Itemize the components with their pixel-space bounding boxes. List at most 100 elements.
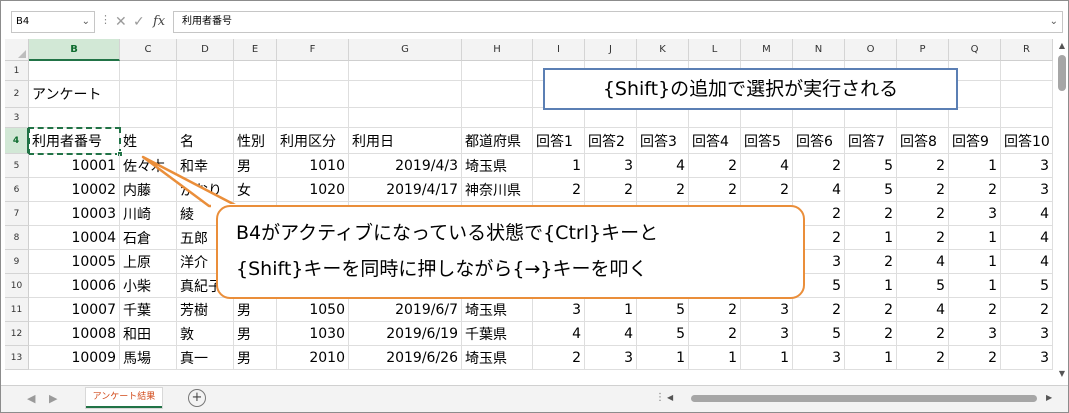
cell-e12[interactable]: 男 [234, 322, 277, 346]
cell-o10[interactable]: 1 [845, 274, 897, 298]
cell-h13[interactable]: 埼玉県 [462, 346, 533, 370]
cell-d2[interactable] [177, 81, 234, 108]
cell-e1[interactable] [234, 61, 277, 81]
cell-q12[interactable]: 3 [949, 322, 1001, 346]
name-box[interactable]: B4 ⌄ [11, 11, 95, 33]
cell-r7[interactable]: 4 [1001, 202, 1053, 226]
cell-k5[interactable]: 4 [637, 154, 689, 178]
formula-input[interactable]: 利用者番号 ⌄ [173, 11, 1063, 33]
cell-g1[interactable] [349, 61, 462, 81]
cell-l4[interactable]: 回答4 [689, 128, 741, 154]
cell-d12[interactable]: 敦 [177, 322, 234, 346]
column-header-g[interactable]: G [349, 39, 462, 61]
cell-k13[interactable]: 1 [637, 346, 689, 370]
column-header-o[interactable]: O [845, 39, 897, 61]
cell-r5[interactable]: 3 [1001, 154, 1053, 178]
row-header-8[interactable]: 8 [5, 226, 29, 250]
cell-j11[interactable]: 1 [585, 298, 637, 322]
cell-h12[interactable]: 千葉県 [462, 322, 533, 346]
cell-l6[interactable]: 2 [689, 178, 741, 202]
column-header-p[interactable]: P [897, 39, 949, 61]
cell-b8[interactable]: 10004 [29, 226, 120, 250]
cell-g5[interactable]: 2019/4/3 [349, 154, 462, 178]
fx-icon[interactable]: fx [153, 11, 165, 33]
cell-k4[interactable]: 回答3 [637, 128, 689, 154]
cell-d1[interactable] [177, 61, 234, 81]
row-header-12[interactable]: 12 [5, 322, 29, 346]
cell-g4[interactable]: 利用日 [349, 128, 462, 154]
cell-g6[interactable]: 2019/4/17 [349, 178, 462, 202]
cell-r4[interactable]: 回答10 [1001, 128, 1053, 154]
column-header-l[interactable]: L [689, 39, 741, 61]
cell-f6[interactable]: 1020 [277, 178, 349, 202]
cell-j3[interactable] [585, 108, 637, 128]
cell-d11[interactable]: 芳樹 [177, 298, 234, 322]
cell-j12[interactable]: 4 [585, 322, 637, 346]
sheet-tab-survey-results[interactable]: アンケート結果 [86, 388, 162, 408]
row-header-2[interactable]: 2 [5, 81, 29, 108]
column-header-r[interactable]: R [1001, 39, 1053, 61]
cell-r2[interactable] [1001, 81, 1053, 108]
cell-h4[interactable]: 都道府県 [462, 128, 533, 154]
cell-c6[interactable]: 内藤 [120, 178, 177, 202]
cell-f4[interactable]: 利用区分 [277, 128, 349, 154]
column-header-q[interactable]: Q [949, 39, 1001, 61]
cell-l3[interactable] [689, 108, 741, 128]
cell-q10[interactable]: 1 [949, 274, 1001, 298]
column-header-h[interactable]: H [462, 39, 533, 61]
cell-g11[interactable]: 2019/6/7 [349, 298, 462, 322]
column-header-b[interactable]: B [29, 39, 120, 61]
cell-o12[interactable]: 2 [845, 322, 897, 346]
cell-b4[interactable]: 利用者番号 [29, 128, 120, 154]
cell-m11[interactable]: 3 [741, 298, 793, 322]
cell-l12[interactable]: 2 [689, 322, 741, 346]
cell-b1[interactable] [29, 61, 120, 81]
horizontal-scroll-thumb[interactable] [691, 395, 1037, 402]
cell-o3[interactable] [845, 108, 897, 128]
cell-r6[interactable]: 3 [1001, 178, 1053, 202]
cell-g3[interactable] [349, 108, 462, 128]
cell-f11[interactable]: 1050 [277, 298, 349, 322]
cell-m4[interactable]: 回答5 [741, 128, 793, 154]
row-header-10[interactable]: 10 [5, 274, 29, 298]
row-header-6[interactable]: 6 [5, 178, 29, 202]
cell-p10[interactable]: 5 [897, 274, 949, 298]
cell-r9[interactable]: 4 [1001, 250, 1053, 274]
cell-b9[interactable]: 10005 [29, 250, 120, 274]
cell-r12[interactable]: 3 [1001, 322, 1053, 346]
column-header-d[interactable]: D [177, 39, 234, 61]
cell-i3[interactable] [533, 108, 585, 128]
cell-f2[interactable] [277, 81, 349, 108]
cell-m6[interactable]: 2 [741, 178, 793, 202]
cell-o7[interactable]: 2 [845, 202, 897, 226]
cell-b13[interactable]: 10009 [29, 346, 120, 370]
row-header-3[interactable]: 3 [5, 108, 29, 128]
cell-q9[interactable]: 1 [949, 250, 1001, 274]
cell-h6[interactable]: 神奈川県 [462, 178, 533, 202]
cell-b3[interactable] [29, 108, 120, 128]
cell-o5[interactable]: 5 [845, 154, 897, 178]
cell-i11[interactable]: 3 [533, 298, 585, 322]
cell-b2[interactable]: アンケート [29, 81, 120, 108]
cell-q4[interactable]: 回答9 [949, 128, 1001, 154]
cell-r3[interactable] [1001, 108, 1053, 128]
cell-j4[interactable]: 回答2 [585, 128, 637, 154]
cell-c4[interactable]: 姓 [120, 128, 177, 154]
cell-f1[interactable] [277, 61, 349, 81]
scroll-up-icon[interactable]: ▲ [1055, 41, 1068, 53]
cell-e2[interactable] [234, 81, 277, 108]
cell-e5[interactable]: 男 [234, 154, 277, 178]
column-header-j[interactable]: J [585, 39, 637, 61]
cell-i5[interactable]: 1 [533, 154, 585, 178]
cell-j13[interactable]: 3 [585, 346, 637, 370]
row-header-5[interactable]: 5 [5, 154, 29, 178]
cell-h2[interactable] [462, 81, 533, 108]
cell-c12[interactable]: 和田 [120, 322, 177, 346]
cell-q7[interactable]: 3 [949, 202, 1001, 226]
cell-r10[interactable]: 5 [1001, 274, 1053, 298]
cell-o9[interactable]: 2 [845, 250, 897, 274]
cell-h11[interactable]: 埼玉県 [462, 298, 533, 322]
cell-q11[interactable]: 2 [949, 298, 1001, 322]
cell-e11[interactable]: 男 [234, 298, 277, 322]
cell-f12[interactable]: 1030 [277, 322, 349, 346]
